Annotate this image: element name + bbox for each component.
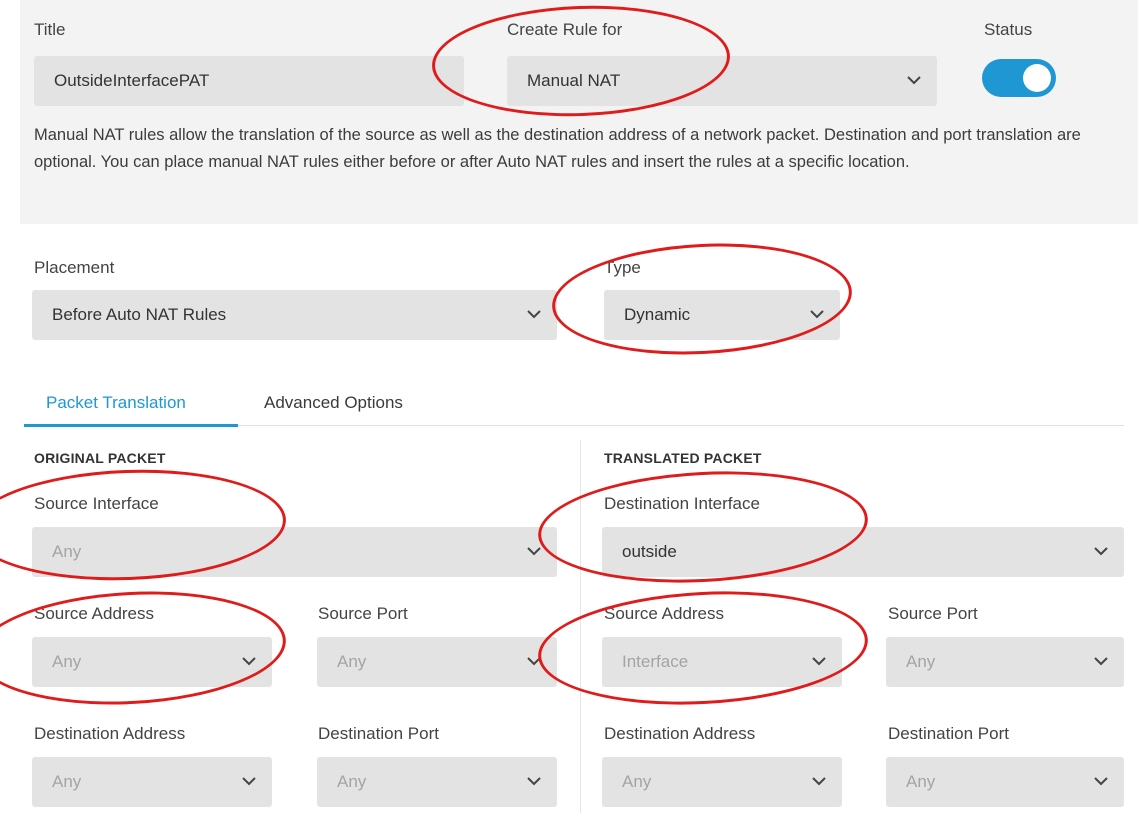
original-packet-heading: ORIGINAL PACKET: [34, 450, 166, 466]
orig-destination-address-select[interactable]: Any: [32, 757, 272, 807]
chevron-down-icon: [812, 777, 826, 786]
trans-source-port-select[interactable]: Any: [886, 637, 1124, 687]
type-value: Dynamic: [624, 305, 691, 324]
chevron-down-icon: [527, 310, 541, 319]
placement-label: Placement: [34, 258, 115, 277]
create-rule-value: Manual NAT: [527, 71, 621, 90]
toggle-knob: [1023, 64, 1051, 92]
trans-destination-address-select[interactable]: Any: [602, 757, 842, 807]
chevron-down-icon: [242, 777, 256, 786]
chevron-down-icon: [812, 657, 826, 666]
destination-interface-select[interactable]: outside: [602, 527, 1124, 577]
orig-destination-address-label: Destination Address: [34, 724, 186, 743]
trans-source-address-value: Interface: [622, 652, 689, 671]
source-interface-label: Source Interface: [34, 494, 159, 513]
orig-destination-address-value: Any: [52, 772, 82, 791]
chevron-down-icon: [907, 76, 921, 85]
packet-columns-divider: [580, 440, 581, 813]
type-label: Type: [604, 258, 641, 277]
chevron-down-icon: [527, 777, 541, 786]
orig-source-address-select[interactable]: Any: [32, 637, 272, 687]
chevron-down-icon: [1094, 777, 1108, 786]
trans-source-port-value: Any: [906, 652, 936, 671]
create-rule-select[interactable]: Manual NAT: [507, 56, 937, 106]
chevron-down-icon: [1094, 547, 1108, 556]
source-interface-value: Any: [52, 542, 82, 561]
orig-destination-port-label: Destination Port: [318, 724, 439, 743]
orig-source-port-select[interactable]: Any: [317, 637, 557, 687]
chevron-down-icon: [527, 657, 541, 666]
trans-destination-address-value: Any: [622, 772, 652, 791]
title-label: Title: [34, 20, 66, 39]
destination-interface-label: Destination Interface: [604, 494, 760, 513]
translated-packet-heading: TRANSLATED PACKET: [604, 450, 762, 466]
status-toggle[interactable]: [982, 59, 1056, 97]
create-rule-label: Create Rule for: [507, 20, 623, 39]
trans-source-address-label: Source Address: [604, 604, 725, 623]
trans-destination-port-value: Any: [906, 772, 936, 791]
trans-source-port-label: Source Port: [888, 604, 978, 623]
trans-destination-address-label: Destination Address: [604, 724, 756, 743]
trans-source-address-select[interactable]: Interface: [602, 637, 842, 687]
placement-select[interactable]: Before Auto NAT Rules: [32, 290, 557, 340]
placement-value: Before Auto NAT Rules: [52, 305, 227, 324]
orig-source-address-label: Source Address: [34, 604, 155, 623]
rule-description: Manual NAT rules allow the translation o…: [34, 126, 1081, 171]
orig-source-port-value: Any: [337, 652, 367, 671]
active-tab-indicator: [24, 424, 238, 427]
title-input[interactable]: OutsideInterfacePAT: [34, 56, 464, 106]
chevron-down-icon: [810, 310, 824, 319]
chevron-down-icon: [527, 547, 541, 556]
chevron-down-icon: [1094, 657, 1108, 666]
tab-advanced-options[interactable]: Advanced Options: [264, 393, 403, 413]
orig-source-port-label: Source Port: [318, 604, 408, 623]
destination-interface-value: outside: [622, 542, 677, 561]
left-margin: [0, 0, 20, 813]
chevron-down-icon: [242, 657, 256, 666]
tabs-divider: [238, 425, 1124, 426]
orig-destination-port-value: Any: [337, 772, 367, 791]
trans-destination-port-select[interactable]: Any: [886, 757, 1124, 807]
status-label: Status: [984, 20, 1033, 39]
title-value: OutsideInterfacePAT: [54, 71, 210, 90]
orig-source-address-value: Any: [52, 652, 82, 671]
tab-packet-translation[interactable]: Packet Translation: [46, 393, 186, 413]
trans-destination-port-label: Destination Port: [888, 724, 1009, 743]
source-interface-select[interactable]: Any: [32, 527, 557, 577]
orig-destination-port-select[interactable]: Any: [317, 757, 557, 807]
type-select[interactable]: Dynamic: [604, 290, 840, 340]
